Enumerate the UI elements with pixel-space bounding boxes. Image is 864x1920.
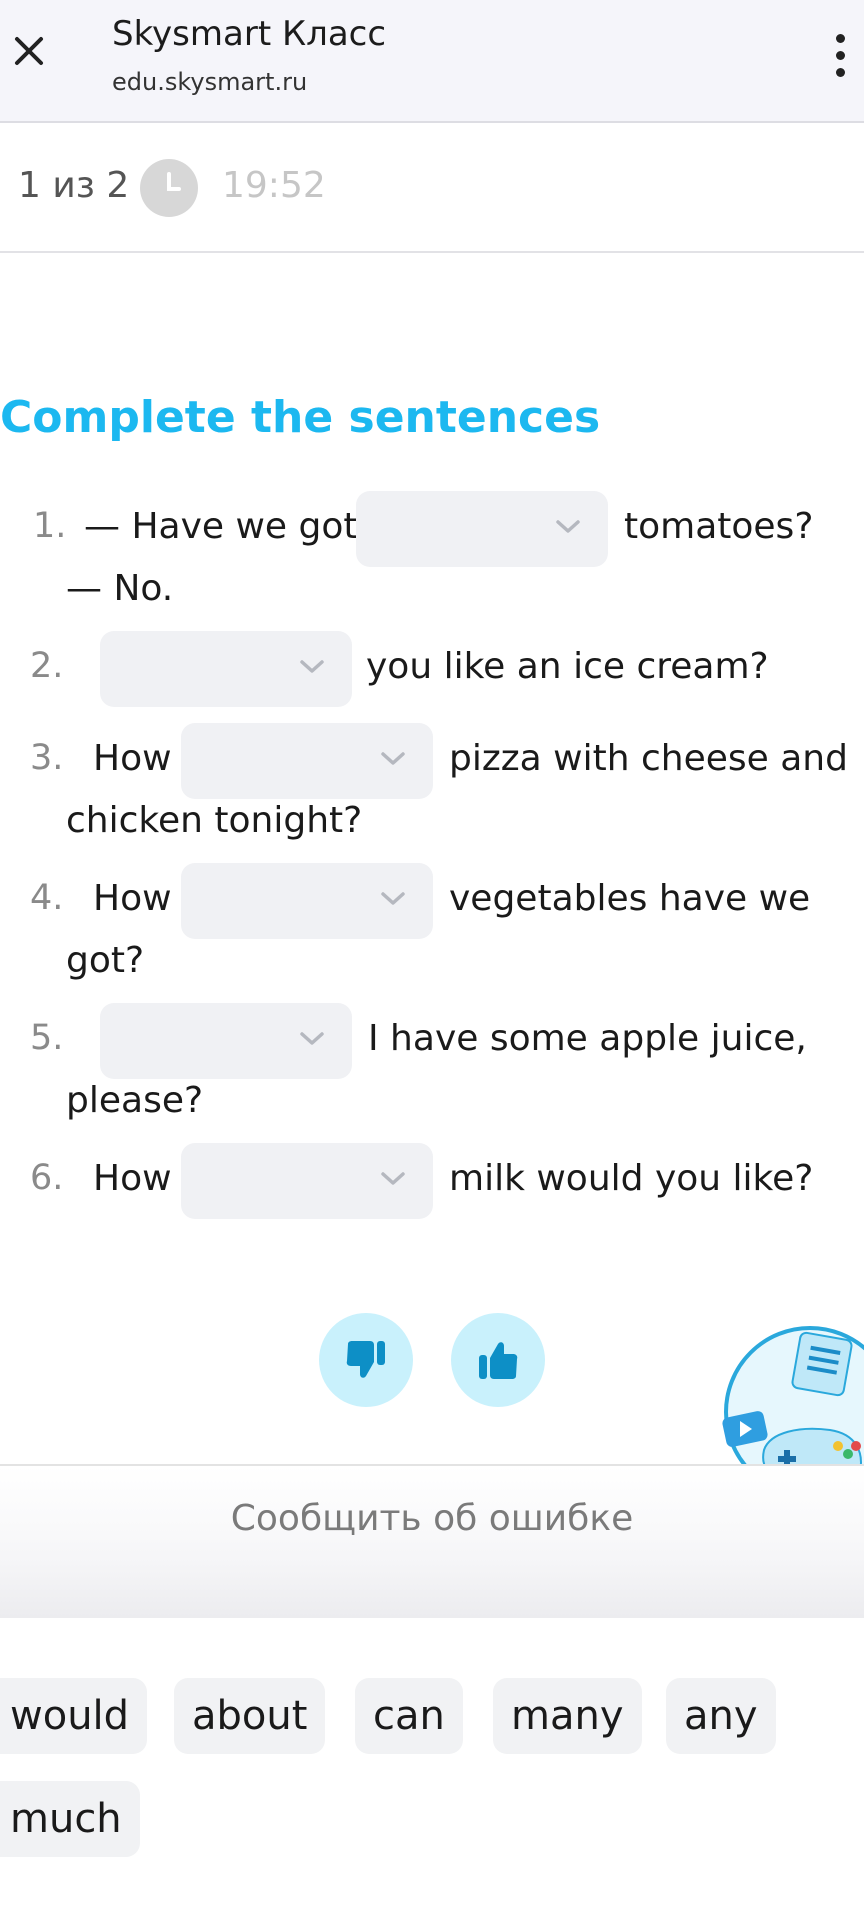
question-text-after: you like an ice cream? [366,646,769,687]
word-chip-would[interactable]: would [0,1678,148,1754]
task-title: Complete the sentences [0,392,601,443]
question-number: 2. [30,646,64,686]
question-text-before: How [93,738,172,779]
close-icon[interactable] [10,32,48,70]
progress-row: 1 из 2 19:52 [0,125,864,253]
question-text-after: milk would you like? [449,1158,814,1199]
question-number: 4. [30,878,64,918]
site-title: Skysmart Класс [112,14,387,54]
answer-select-5[interactable] [100,1003,352,1079]
word-chip-any[interactable]: any [666,1678,776,1754]
question-number: 5. [30,1018,64,1058]
question-text-after: pizza with cheese and [449,738,848,779]
like-button[interactable] [451,1313,545,1407]
question-text-after: vegetables have we [449,878,811,919]
word-chip-much[interactable]: much [0,1781,140,1857]
chevron-down-icon [381,891,405,911]
chevron-down-icon [300,1031,324,1051]
question-text-line2: got? [66,940,145,981]
answer-select-4[interactable] [181,863,433,939]
question-number: 1. [33,506,67,546]
answer-select-2[interactable] [100,631,352,707]
question-text-line2: — No. [66,568,174,609]
chevron-down-icon [556,519,580,539]
question-number: 6. [30,1158,64,1198]
chevron-down-icon [381,1171,405,1191]
word-chip-about[interactable]: about [174,1678,326,1754]
word-chip-many[interactable]: many [493,1678,642,1754]
chevron-down-icon [300,659,324,679]
answer-select-6[interactable] [181,1143,433,1219]
thumbs-up-icon [479,1342,518,1379]
question-text-line2: chicken tonight? [66,800,363,841]
browser-bar: Skysmart Класс edu.skysmart.ru [0,0,864,123]
question-text-before: How [93,1158,172,1199]
task-counter: 1 из 2 [18,165,130,206]
question-text-line2: please? [66,1080,204,1121]
report-error-link[interactable]: Сообщить об ошибке [0,1498,864,1539]
question-text-before: — Have we got [84,506,358,547]
clock-icon [140,159,198,221]
question-text-before: How [93,878,172,919]
word-chip-can[interactable]: can [355,1678,463,1754]
chevron-down-icon [381,751,405,771]
dislike-button[interactable] [319,1313,413,1407]
thumbs-down-icon [346,1341,385,1378]
answer-select-3[interactable] [181,723,433,799]
report-bar: Сообщить об ошибке [0,1466,864,1618]
word-bank: would about can many any much [0,1618,864,1920]
answer-select-1[interactable] [356,491,608,567]
question-text-after: I have some apple juice, [368,1018,807,1059]
site-url: edu.skysmart.ru [112,68,308,96]
more-vertical-icon[interactable] [830,34,850,78]
question-number: 3. [30,738,64,778]
timer-text: 19:52 [222,165,326,206]
question-text-after: tomatoes? [624,506,814,547]
